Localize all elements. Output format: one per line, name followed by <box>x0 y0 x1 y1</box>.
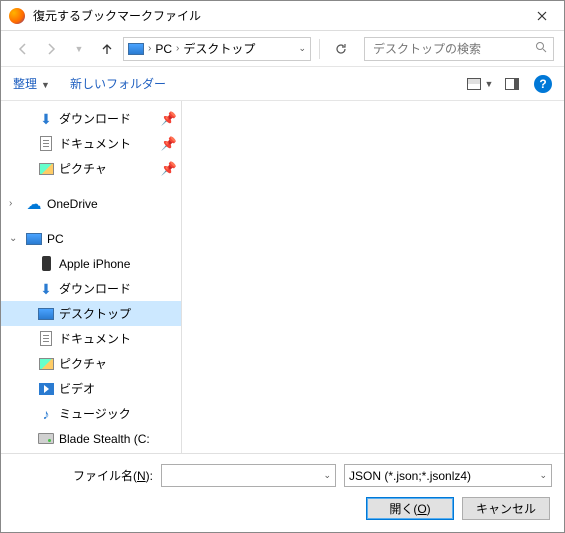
help-button[interactable]: ? <box>534 75 552 93</box>
video-icon <box>38 381 54 397</box>
arrow-left-icon <box>16 42 30 56</box>
chevron-down-icon[interactable]: ⌄ <box>323 470 331 481</box>
refresh-button[interactable] <box>328 37 354 61</box>
tree-item-pictures[interactable]: ピクチャ <box>1 351 181 376</box>
tree-item-music[interactable]: ♪ミュージック <box>1 401 181 426</box>
chevron-right-icon: › <box>176 43 179 54</box>
breadcrumb-pc[interactable]: PC <box>155 42 172 56</box>
search-box[interactable] <box>364 37 554 61</box>
tree-item-onedrive[interactable]: ›☁OneDrive <box>1 191 181 216</box>
download-icon: ⬇ <box>38 111 54 127</box>
organize-menu[interactable]: 整理▼ <box>13 75 50 92</box>
tree-item-iphone[interactable]: Apple iPhone <box>1 251 181 276</box>
arrow-right-icon <box>44 42 58 56</box>
firefox-icon <box>9 8 25 24</box>
up-button[interactable] <box>95 37 119 61</box>
chevron-down-icon: ▼ <box>485 79 494 89</box>
forward-button[interactable] <box>39 37 63 61</box>
tree-item-quick-pictures[interactable]: ピクチャ📌 <box>1 156 181 181</box>
pane-icon <box>505 78 519 90</box>
separator <box>319 39 320 59</box>
pictures-icon <box>38 161 54 177</box>
view-icon <box>467 78 481 90</box>
toolbar: 整理▼ 新しいフォルダー ▼ ? <box>1 67 564 101</box>
pin-icon: 📌 <box>161 111 177 127</box>
filename-label: ファイル名(N): <box>13 467 153 484</box>
chevron-down-icon: ⌄ <box>539 470 547 481</box>
tree-item-quick-documents[interactable]: ドキュメント📌 <box>1 131 181 156</box>
download-icon: ⬇ <box>38 281 54 297</box>
music-icon: ♪ <box>38 406 54 422</box>
chevron-right-icon: › <box>148 43 151 54</box>
collapse-icon[interactable]: ⌄ <box>9 233 21 244</box>
tree-item-desktop[interactable]: デスクトップ <box>1 301 181 326</box>
breadcrumb-current[interactable]: デスクトップ <box>183 40 255 57</box>
desktop-icon <box>38 306 54 322</box>
pin-icon: 📌 <box>161 161 177 177</box>
pc-icon <box>26 231 42 247</box>
cancel-button[interactable]: キャンセル <box>462 497 550 520</box>
window-title: 復元するブックマークファイル <box>33 7 519 24</box>
back-button[interactable] <box>11 37 35 61</box>
document-icon <box>38 331 54 347</box>
refresh-icon <box>334 42 348 56</box>
filename-input[interactable]: ⌄ <box>161 464 336 487</box>
close-icon <box>537 11 547 21</box>
title-bar: 復元するブックマークファイル <box>1 1 564 31</box>
search-input[interactable] <box>371 41 535 57</box>
pin-icon: 📌 <box>161 136 177 152</box>
folder-tree[interactable]: ⬇ダウンロード📌 ドキュメント📌 ピクチャ📌 ›☁OneDrive ⌄PC Ap… <box>1 101 181 453</box>
address-breadcrumb[interactable]: › PC › デスクトップ ⌄ <box>123 37 311 61</box>
drive-icon <box>38 431 54 447</box>
tree-item-pc[interactable]: ⌄PC <box>1 226 181 251</box>
nav-bar: ▼ › PC › デスクトップ ⌄ <box>1 31 564 67</box>
new-folder-button[interactable]: 新しいフォルダー <box>70 75 166 92</box>
search-icon <box>535 41 547 56</box>
pc-icon <box>128 43 144 55</box>
file-open-dialog: 復元するブックマークファイル ▼ › PC › デスクトップ ⌄ 整理▼ 新しい… <box>0 0 565 533</box>
preview-pane-button[interactable] <box>498 72 526 96</box>
arrow-up-icon <box>100 42 114 56</box>
open-button[interactable]: 開く(O) <box>366 497 454 520</box>
filetype-select[interactable]: JSON (*.json;*.jsonlz4)⌄ <box>344 464 552 487</box>
phone-icon <box>38 256 54 272</box>
file-list[interactable] <box>181 101 564 453</box>
chevron-down-icon[interactable]: ⌄ <box>298 43 306 54</box>
tree-item-quick-downloads[interactable]: ⬇ダウンロード📌 <box>1 106 181 131</box>
chevron-down-icon: ▼ <box>41 80 50 90</box>
chevron-down-icon: ▼ <box>75 44 84 54</box>
tree-item-documents[interactable]: ドキュメント <box>1 326 181 351</box>
dialog-body: ⬇ダウンロード📌 ドキュメント📌 ピクチャ📌 ›☁OneDrive ⌄PC Ap… <box>1 101 564 453</box>
pictures-icon <box>38 356 54 372</box>
recent-dropdown[interactable]: ▼ <box>67 37 91 61</box>
document-icon <box>38 136 54 152</box>
cloud-icon: ☁ <box>26 196 42 212</box>
view-mode-button[interactable]: ▼ <box>466 72 494 96</box>
tree-item-videos[interactable]: ビデオ <box>1 376 181 401</box>
close-button[interactable] <box>519 1 564 31</box>
help-icon: ? <box>539 77 546 91</box>
dialog-footer: ファイル名(N): ⌄ JSON (*.json;*.jsonlz4)⌄ 開く(… <box>1 453 564 532</box>
expand-icon[interactable]: › <box>9 198 21 209</box>
tree-item-downloads[interactable]: ⬇ダウンロード <box>1 276 181 301</box>
tree-item-drive-c[interactable]: Blade Stealth (C: <box>1 426 181 451</box>
